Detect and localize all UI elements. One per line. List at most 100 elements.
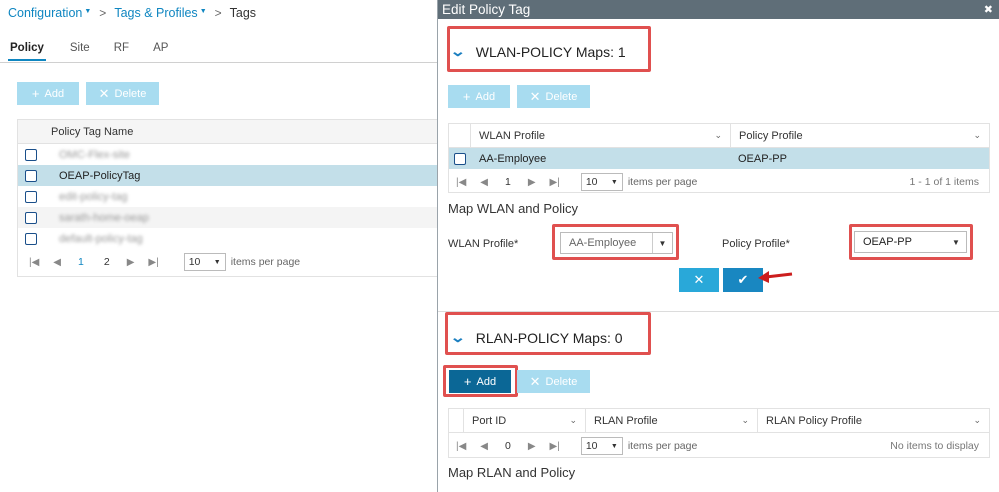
wlan-add-button[interactable]: + Add [448,85,510,108]
items-per-page-select[interactable]: 10 ▼ [580,173,623,191]
wlan-delete-button[interactable]: ✕ Delete [517,85,590,108]
delete-button[interactable]: ✕ Delete [86,82,159,105]
column-header-rlan-policy-profile[interactable]: RLAN Policy Profile ⌄ [757,409,989,432]
page-2[interactable]: 2 [104,256,110,268]
wlan-profile-value: AA-Employee [569,237,637,249]
policy-profile-value: OEAP-PP [863,236,912,248]
items-count: No items to display [890,440,979,452]
breadcrumb-current: Tags [229,6,257,20]
modal-header: Edit Policy Tag ✖ [438,0,999,19]
tab-underline [0,62,438,63]
chevron-down-icon: ⌄ [714,130,722,140]
chevron-down-icon: ⌄ [569,415,577,425]
first-page-icon[interactable]: |◀ [456,177,466,188]
policy-profile-label: Policy Profile* [722,238,790,250]
pager: |◀ ◀ 1 2 ▶ ▶| 10 ▼ items per page [18,249,437,275]
rlan-policy-section-toggle[interactable]: ⌄ RLAN-POLICY Maps: 0 [449,329,623,346]
row-checkbox[interactable] [25,190,37,203]
pager: |◀ ◀ 0 ▶ ▶| 10 ▼ items per page No items… [449,433,989,459]
caret-down-icon[interactable]: ▼ [200,8,207,15]
next-page-icon[interactable]: ▶ [127,257,135,268]
wlan-policy-section-toggle[interactable]: ⌄ WLAN-POLICY Maps: 1 [449,43,626,60]
rlan-policy-section-title: RLAN-POLICY Maps: 0 [475,329,623,346]
items-per-page-label: items per page [627,176,698,188]
rlan-add-label: Add [476,375,497,388]
wlan-profile-select[interactable]: AA-Employee ▼ [560,232,673,254]
cancel-button[interactable]: ✕ [679,268,719,292]
row-name: default-policy-tag [59,232,143,245]
last-page-icon[interactable]: ▶| [550,177,560,188]
row-name: edit-policy-tag [59,190,128,203]
next-page-icon[interactable]: ▶ [528,177,536,188]
table-row[interactable]: OEAP-PolicyTag [18,165,437,186]
row-checkbox[interactable] [25,211,37,224]
table-row[interactable]: sarath-home-oeap [18,207,437,228]
table-header: Port ID ⌄ RLAN Profile ⌄ RLAN Policy Pro… [449,409,989,433]
prev-page-icon[interactable]: ◀ [480,441,488,452]
row-name: OEAP-PolicyTag [59,169,141,182]
items-per-page-label: items per page [627,440,698,452]
tags-page: Configuration ▼ > Tags & Profiles ▼ > Ta… [0,0,438,492]
column-header-policy-tag-name[interactable]: Policy Tag Name [43,126,133,138]
tab-policy[interactable]: Policy [8,42,46,61]
chevron-down-icon: ⌄ [741,415,749,425]
table-row[interactable]: OMC-Flex-site [18,144,437,165]
add-button[interactable]: + Add [17,82,79,105]
chevron-right-icon: > [214,6,222,20]
row-checkbox[interactable] [25,148,37,161]
column-header-rlan-profile[interactable]: RLAN Profile ⌄ [585,409,757,432]
page-current: 0 [505,440,511,452]
prev-page-icon[interactable]: ◀ [53,257,61,268]
policy-profile-select[interactable]: OEAP-PP ▼ [854,231,967,253]
caret-down-icon: ▼ [213,258,221,266]
items-per-page-select[interactable]: 10 ▼ [183,253,226,271]
close-icon: ✕ [693,272,705,287]
pager: |◀ ◀ 1 ▶ ▶| 10 ▼ items per page 1 - 1 of… [449,169,989,195]
row-checkbox[interactable] [25,232,37,245]
first-page-icon[interactable]: |◀ [456,441,466,452]
breadcrumb: Configuration ▼ > Tags & Profiles ▼ > Ta… [8,6,256,20]
table-row[interactable]: AA-Employee OEAP-PP [449,148,989,169]
map-rlan-title: Map RLAN and Policy [448,465,576,480]
items-per-page-label: items per page [230,256,301,268]
caret-down-icon[interactable]: ▼ [84,8,91,15]
column-header-wlan-profile[interactable]: WLAN Profile ⌄ [470,124,730,147]
row-checkbox[interactable] [454,152,466,165]
items-per-page-value: 10 [585,440,598,452]
table-row[interactable]: edit-policy-tag [18,186,437,207]
map-wlan-title: Map WLAN and Policy [448,201,579,216]
tab-ap[interactable]: AP [153,42,168,61]
caret-down-icon: ▼ [652,233,672,253]
rlan-policy-table: Port ID ⌄ RLAN Profile ⌄ RLAN Policy Pro… [448,408,990,458]
prev-page-icon[interactable]: ◀ [480,177,488,188]
breadcrumb-tags-profiles[interactable]: Tags & Profiles [114,6,197,20]
column-header-policy-profile[interactable]: Policy Profile ⌄ [730,124,989,147]
last-page-icon[interactable]: ▶| [550,441,560,452]
row-policy-profile: OEAP-PP [738,152,787,165]
next-page-icon[interactable]: ▶ [528,441,536,452]
rlan-delete-button[interactable]: ✕ Delete [517,370,590,393]
rlan-add-button[interactable]: + Add [449,370,511,393]
add-button-label: Add [44,87,65,100]
breadcrumb-configuration[interactable]: Configuration [8,6,82,20]
wlan-delete-label: Delete [545,90,578,103]
tab-site[interactable]: Site [70,42,90,61]
tab-bar: Policy Site RF AP [8,42,192,61]
first-page-icon[interactable]: |◀ [29,257,39,268]
page-1[interactable]: 1 [78,256,84,268]
close-icon[interactable]: ✖ [984,3,993,16]
last-page-icon[interactable]: ▶| [148,257,158,268]
items-per-page-select[interactable]: 10 ▼ [580,437,623,455]
column-header-port-id[interactable]: Port ID ⌄ [463,409,585,432]
caret-down-icon: ▼ [610,178,618,186]
chevron-down-icon: ⌄ [449,43,467,59]
items-per-page-value: 10 [188,256,201,268]
tab-rf[interactable]: RF [114,42,129,61]
table-row[interactable]: default-policy-tag [18,228,437,249]
table-header: WLAN Profile ⌄ Policy Profile ⌄ [449,124,989,148]
caret-down-icon: ▼ [952,237,960,247]
row-checkbox[interactable] [25,169,37,182]
plus-icon: + [462,89,471,104]
chevron-down-icon: ⌄ [449,329,467,345]
check-icon: ✔ [737,272,749,287]
